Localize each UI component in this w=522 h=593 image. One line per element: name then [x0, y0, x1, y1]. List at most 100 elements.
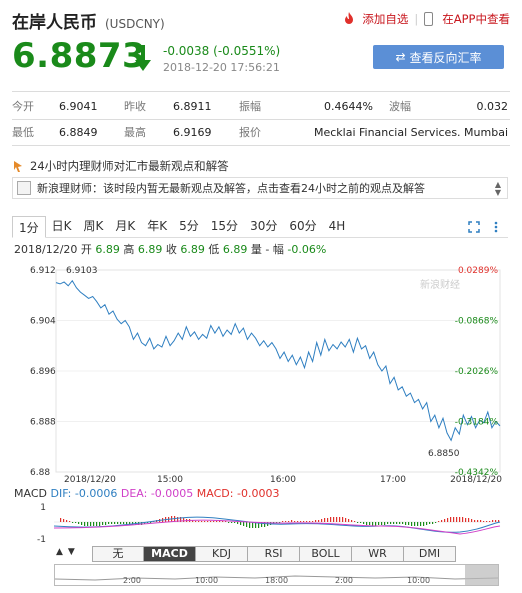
macd-bar — [351, 520, 353, 522]
indicator-dmi[interactable]: DMI — [404, 546, 456, 562]
advisor-comments-title[interactable]: 24小时内理财师对汇市最新观点和解答 — [30, 158, 229, 174]
divider: | — [414, 12, 419, 26]
high-marker-label: 6.9103 — [66, 266, 98, 276]
macd-bar — [462, 517, 464, 522]
tab-month-k[interactable]: 月K — [109, 215, 141, 237]
down-arrow-icon — [135, 45, 151, 71]
x-tick-label: 2018/12/20 — [64, 475, 116, 485]
macd-bar — [429, 522, 431, 524]
indicator-macd[interactable]: MACD — [144, 546, 196, 562]
macd-bar — [405, 522, 407, 525]
macd-bar — [381, 522, 383, 525]
range-handle[interactable] — [465, 565, 498, 585]
comment-scroller[interactable]: ▲ ▼ — [495, 181, 501, 197]
macd-bar — [114, 522, 116, 524]
macd-bar — [411, 522, 413, 526]
macd-bar — [117, 522, 119, 524]
macd-chart[interactable]: 1 -1 — [0, 500, 522, 545]
macd-bar — [423, 522, 425, 526]
ohlc-high-label: 高 — [123, 243, 135, 256]
watermark: 新浪财经 — [420, 278, 460, 291]
macd-bar — [399, 522, 401, 524]
triangle-down-icon[interactable]: ▼ — [68, 547, 75, 557]
macd-bar — [198, 521, 200, 522]
settings-icon[interactable] — [490, 221, 502, 233]
range-overview[interactable]: 2:00 10:00 18:00 2:00 10:00 — [54, 564, 499, 586]
macd-bar — [426, 522, 428, 525]
triangle-up-icon[interactable]: ▲ — [56, 547, 63, 557]
macd-bar — [252, 522, 254, 528]
divider — [12, 91, 510, 92]
y-tick-label: 6.88 — [30, 468, 50, 478]
macd-bar — [204, 521, 206, 522]
tab-year-k[interactable]: 年K — [141, 215, 173, 237]
macd-bar — [330, 517, 332, 522]
ohlc-low-label: 低 — [208, 243, 220, 256]
y-tick-label: 6.888 — [30, 418, 56, 428]
indicator-kdj[interactable]: KDJ — [196, 546, 248, 562]
fullscreen-icon[interactable] — [468, 221, 480, 233]
macd-bar — [96, 522, 98, 526]
tab-60min[interactable]: 60分 — [283, 215, 322, 237]
macd-bar — [420, 522, 422, 526]
macd-bar — [378, 522, 380, 525]
macd-bar — [312, 521, 314, 522]
chevron-down-icon[interactable]: ▼ — [495, 189, 501, 197]
add-favorite-link[interactable]: 添加自选 — [362, 11, 408, 27]
macd-bar — [414, 522, 416, 526]
macd-bar — [327, 518, 329, 522]
tab-15min[interactable]: 15分 — [205, 215, 244, 237]
y-tick-label: 6.904 — [30, 317, 56, 327]
tab-1min[interactable]: 1分 — [12, 216, 46, 238]
y-tick-label: 6.896 — [30, 367, 56, 377]
macd-bar — [72, 522, 74, 523]
overview-tick: 10:00 — [407, 576, 430, 585]
advisor-comment-box[interactable]: 新浪理财师：该时段内暂无最新观点及解答，点击查看24小时之前的观点及解答 ▲ ▼ — [12, 177, 508, 199]
indicator-none[interactable]: 无 — [92, 546, 144, 562]
intraday-chart[interactable]: 新浪财经 6.912 6.904 6.896 6.888 6.88 0.0289% -0.… — [0, 258, 522, 486]
macd-bar — [120, 522, 122, 524]
indicator-boll[interactable]: BOLL — [300, 546, 352, 562]
tab-week-k[interactable]: 周K — [78, 215, 110, 237]
tab-5min[interactable]: 5分 — [173, 215, 205, 237]
macd-bar — [483, 521, 485, 522]
macd-bar — [474, 520, 476, 522]
macd-bar — [318, 520, 320, 522]
ohlc-amp-label: 幅 — [272, 243, 284, 256]
reverse-rate-button[interactable]: ⇄ 查看反向汇率 — [373, 45, 504, 69]
period-tabs: 1分 日K 周K 月K 年K 5分 15分 30分 60分 4H — [12, 214, 508, 238]
macd-bar — [297, 521, 299, 522]
advisor-comments-heading: 24小时内理财师对汇市最新观点和解答 — [12, 156, 508, 176]
macd-bar — [435, 522, 437, 523]
macd-bar — [300, 521, 302, 522]
overview-tick: 10:00 — [195, 576, 218, 585]
x-tick-label: 17:00 — [380, 475, 406, 485]
overview-tick: 18:00 — [265, 576, 288, 585]
tab-day-k[interactable]: 日K — [46, 215, 78, 237]
macd-bar — [333, 517, 335, 522]
macd-bar — [213, 521, 215, 522]
view-in-app-link[interactable]: 在APP中查看 — [442, 11, 510, 27]
avatar — [17, 181, 31, 195]
ohlc-summary: 2018/12/20 开 6.89 高 6.89 收 6.89 低 6.89 量… — [14, 241, 326, 257]
macd-bar — [243, 522, 245, 526]
advisor-comment-text[interactable]: 新浪理财师：该时段内暂无最新观点及解答，点击查看24小时之前的观点及解答 — [37, 180, 425, 196]
indicator-wr[interactable]: WR — [352, 546, 404, 562]
macd-bar — [207, 521, 209, 522]
macd-bar — [78, 522, 80, 524]
ohlc-open: 6.89 — [95, 243, 120, 256]
current-price: 6.8873 — [12, 36, 147, 76]
macd-label: MACD: — [196, 487, 234, 500]
indicator-rsi[interactable]: RSI — [248, 546, 300, 562]
stat-value: 6.8911 — [173, 99, 212, 113]
divider — [12, 145, 510, 146]
indicator-tabs: 无 MACD KDJ RSI BOLL WR DMI — [92, 546, 456, 562]
macd-bar — [303, 521, 305, 522]
macd-bar — [390, 522, 392, 524]
macd-bar — [480, 520, 482, 522]
macd-bar — [219, 521, 221, 522]
x-tick-label: 16:00 — [270, 475, 296, 485]
tab-4h[interactable]: 4H — [323, 215, 352, 237]
macd-bar — [306, 521, 308, 522]
tab-30min[interactable]: 30分 — [244, 215, 283, 237]
